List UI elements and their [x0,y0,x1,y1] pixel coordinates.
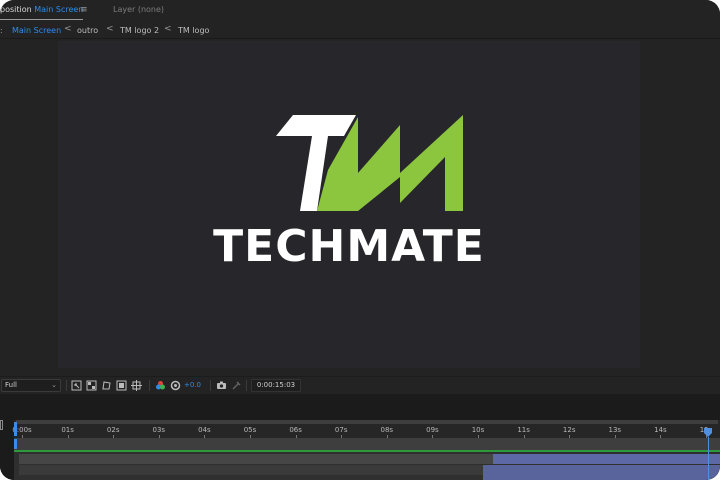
active-tab-underline [0,19,84,20]
breadcrumb-outro[interactable]: outro [77,25,98,36]
timeline-track-row[interactable] [14,438,720,450]
work-area-bar[interactable] [16,420,718,424]
brand-wordmark: TECHMATE [213,221,485,272]
region-of-interest-icon[interactable] [71,380,82,391]
breadcrumb-separator: < [64,24,72,34]
ruler-tick-label: 11s [517,426,530,434]
snapshot-icon[interactable] [216,380,227,391]
resolution-value: Full [5,381,17,389]
tm-logo-mark [276,115,463,211]
ruler-tick-label: 12s [562,426,576,434]
tab-composition[interactable]: position Main Screen [0,4,84,20]
ruler-tick-label: 05s [243,426,257,434]
lock-edge-icon: : [0,26,3,35]
timeline-panel[interactable]: 0:00s 01s 02s 03s 04s 05s 06s 07s 08s 09s 10s 11s 12… [0,420,720,480]
tab-layer[interactable]: Layer (none) [113,4,164,16]
collapse-toggle-icon[interactable] [0,420,3,430]
show-snapshot-icon[interactable] [231,380,242,391]
divider [246,380,247,391]
playhead-line[interactable] [708,437,709,480]
app-window: position Main Screen ≡ Layer (none) : Ma… [0,0,720,480]
ruler-tick-label: 08s [380,426,394,434]
ruler-tick-label: 06s [289,426,302,434]
ruler-tick-label: 02s [106,426,120,434]
panel-divider [0,394,720,420]
grid-guides-icon[interactable] [131,380,142,391]
breadcrumb-tm-logo-2[interactable]: TM logo 2 [120,25,159,36]
color-management-icon[interactable] [170,380,181,391]
panel-menu-icon[interactable]: ≡ [80,5,88,15]
ruler-tick-label: 09s [426,426,439,434]
exposure-value[interactable]: +0.0 [184,380,201,391]
channel-icon[interactable] [155,380,166,391]
tab-composition-name: Main Screen [34,5,84,14]
safe-margins-icon[interactable] [116,380,127,391]
ruler-tick-label: 07s [334,426,348,434]
layer-in-point-marker[interactable] [14,439,17,449]
breadcrumb-separator: < [164,24,172,34]
chevron-down-icon: ⌄ [51,381,57,389]
composition-canvas[interactable]: TECHMATE [58,41,640,368]
layer-bar[interactable] [19,465,483,475]
ruler-tick-label: 14s [654,426,667,434]
tab-composition-prefix: position [0,5,32,14]
breadcrumb-main-screen[interactable]: Main Screen [12,25,61,36]
transparency-grid-icon[interactable] [86,380,97,391]
resolution-dropdown[interactable]: Full ⌄ [1,379,61,392]
panel-tab-bar: position Main Screen ≡ Layer (none) [0,0,720,22]
playhead-icon[interactable] [704,428,712,437]
mask-path-icon[interactable] [101,380,112,391]
ruler-tick-label: 04s [198,426,211,434]
layer-bar-selected[interactable] [493,454,720,464]
composition-breadcrumb: : Main Screen < outro < TM logo 2 < TM l… [0,22,720,39]
layer-bar-selected[interactable] [483,465,720,480]
viewer-controls-bar: Full ⌄ +0.0 0:00:15:03 [0,376,720,394]
ruler-tick-label: 13s [608,426,622,434]
layer-bar[interactable] [19,454,493,464]
current-time-display[interactable]: 0:00:15:03 [251,379,301,392]
breadcrumb-separator: < [106,24,114,34]
ruler-tick-label: 03s [152,426,166,434]
divider [66,380,67,391]
work-area-start-handle[interactable] [14,422,17,436]
divider [210,380,211,391]
divider [149,380,150,391]
breadcrumb-tm-logo[interactable]: TM logo [178,25,209,36]
ruler-tick-label: 01s [61,426,74,434]
composition-viewer[interactable]: TECHMATE [0,39,720,376]
ruler-tick-label: 10s [471,426,485,434]
